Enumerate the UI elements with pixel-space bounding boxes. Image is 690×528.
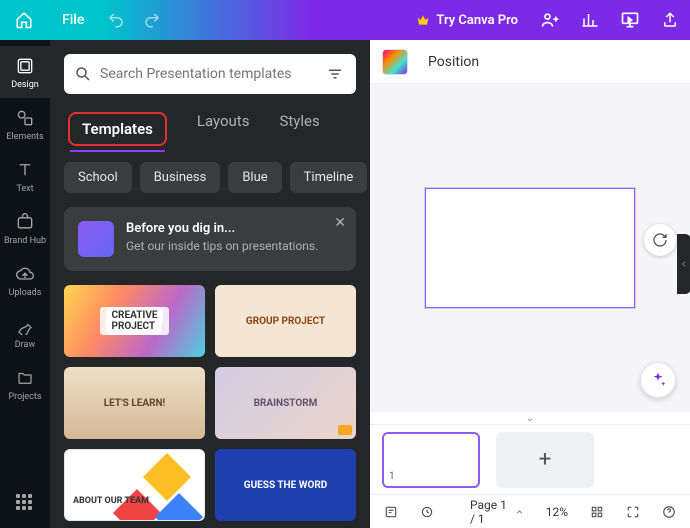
tip-icon (78, 221, 114, 257)
undo-button[interactable] (98, 0, 134, 40)
analytics-button[interactable] (570, 0, 610, 40)
chip-school[interactable]: School (64, 162, 132, 193)
template-guess-the-word[interactable]: GUESS THE WORD (215, 449, 356, 521)
chip-timeline[interactable]: Timeline (290, 162, 368, 193)
projects-icon (15, 368, 35, 388)
rail-design[interactable]: Design (0, 46, 50, 98)
tab-templates[interactable]: Templates (68, 112, 167, 146)
rail-elements[interactable]: Elements (0, 98, 50, 150)
magic-button[interactable] (640, 362, 676, 398)
notes-button[interactable] (380, 503, 402, 521)
search-icon (74, 65, 92, 83)
present-button[interactable] (610, 0, 650, 40)
try-pro-button[interactable]: Try Canva Pro (404, 13, 530, 28)
slide-1[interactable] (425, 188, 635, 308)
tip-title: Before you dig in... (126, 221, 318, 236)
template-group-project[interactable]: GROUP PROJECT (215, 285, 356, 357)
background-color-swatch[interactable] (382, 49, 408, 75)
fullscreen-button[interactable] (622, 503, 644, 521)
canvas[interactable] (370, 84, 690, 412)
invite-button[interactable] (530, 0, 570, 40)
chip-blue[interactable]: Blue (228, 162, 281, 193)
redo-button[interactable] (134, 0, 170, 40)
apps-grid-icon (16, 494, 34, 512)
add-page-button[interactable]: + (496, 432, 594, 488)
rail-more-apps[interactable] (0, 484, 50, 520)
search-bar[interactable] (64, 54, 356, 94)
tip-body: Get our inside tips on presentations. (126, 239, 318, 255)
rail-projects[interactable]: Projects (0, 358, 50, 410)
rail-brand-hub[interactable]: Brand Hub (0, 202, 50, 254)
template-creative-project[interactable]: CREATIVEPROJECT (64, 285, 205, 357)
search-input[interactable] (100, 66, 316, 82)
elements-icon (15, 108, 35, 128)
rail-draw[interactable]: Draw (0, 306, 50, 358)
thumb-number: 1 (389, 471, 395, 482)
duration-button[interactable] (416, 503, 438, 521)
crown-icon (416, 13, 430, 27)
tip-close[interactable]: ✕ (334, 215, 346, 231)
brand-hub-icon (15, 212, 35, 232)
canvas-scroll-handle[interactable]: ⌄ (370, 412, 690, 424)
chip-business[interactable]: Business (140, 162, 221, 193)
regenerate-button[interactable] (644, 224, 676, 256)
template-lets-learn[interactable]: LET'S LEARN! (64, 367, 205, 439)
help-button[interactable] (658, 503, 680, 521)
zoom-level[interactable]: 12% (542, 503, 572, 521)
chevron-up-icon (515, 506, 524, 518)
template-about-our-team[interactable]: ABOUT OUR TEAM (64, 449, 205, 521)
home-button[interactable] (0, 0, 48, 40)
filter-button[interactable] (324, 63, 346, 85)
tab-layouts[interactable]: Layouts (197, 112, 250, 146)
tab-styles[interactable]: Styles (279, 112, 319, 146)
design-icon (15, 56, 35, 76)
page-thumb-1[interactable]: 1 (382, 432, 480, 488)
position-button[interactable]: Position (420, 50, 487, 74)
text-icon (15, 160, 35, 180)
page-indicator[interactable]: Page 1 / 1 (466, 496, 528, 528)
share-button[interactable] (650, 0, 690, 40)
file-menu[interactable]: File (48, 0, 98, 40)
template-brainstorm[interactable]: BRAINSTORM (215, 367, 356, 439)
tip-card[interactable]: Before you dig in... Get our inside tips… (64, 207, 356, 271)
rail-uploads[interactable]: Uploads (0, 254, 50, 306)
grid-view-button[interactable] (586, 503, 608, 521)
draw-icon (15, 316, 35, 336)
rail-text[interactable]: Text (0, 150, 50, 202)
collapse-panel-button[interactable] (677, 234, 690, 294)
uploads-icon (15, 264, 35, 284)
